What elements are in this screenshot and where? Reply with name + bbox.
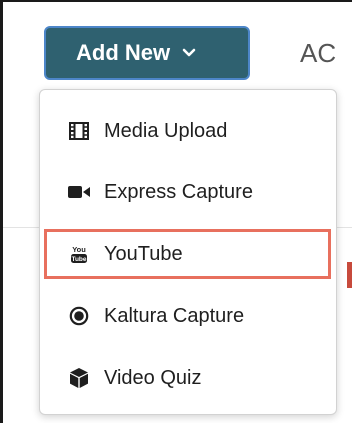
menu-item-label: Media Upload xyxy=(104,119,228,142)
menu-item-media-upload[interactable]: Media Upload xyxy=(68,113,227,149)
film-icon xyxy=(68,120,90,142)
partial-tab-label[interactable]: AC xyxy=(300,38,336,69)
cube-icon xyxy=(68,367,90,389)
youtube-highlight-box xyxy=(44,229,331,279)
menu-item-label: Kaltura Capture xyxy=(104,304,245,327)
menu-item-label: Express Capture xyxy=(104,180,253,203)
add-new-label: Add New xyxy=(76,40,171,65)
menu-item-video-quiz[interactable]: Video Quiz xyxy=(68,360,201,396)
record-icon xyxy=(68,305,90,327)
video-camera-icon xyxy=(68,181,90,203)
add-new-button[interactable]: Add New xyxy=(44,26,250,80)
add-new-dropdown-menu: Media Upload Express Capture You Tube Yo… xyxy=(39,89,337,415)
chevron-down-icon xyxy=(182,48,196,58)
menu-item-express-capture[interactable]: Express Capture xyxy=(68,174,253,210)
background-accent-mark xyxy=(347,262,352,288)
window-frame-top xyxy=(0,0,352,2)
menu-item-kaltura-capture[interactable]: Kaltura Capture xyxy=(68,298,244,334)
window-frame-left xyxy=(0,0,3,423)
menu-item-label: Video Quiz xyxy=(104,366,202,389)
